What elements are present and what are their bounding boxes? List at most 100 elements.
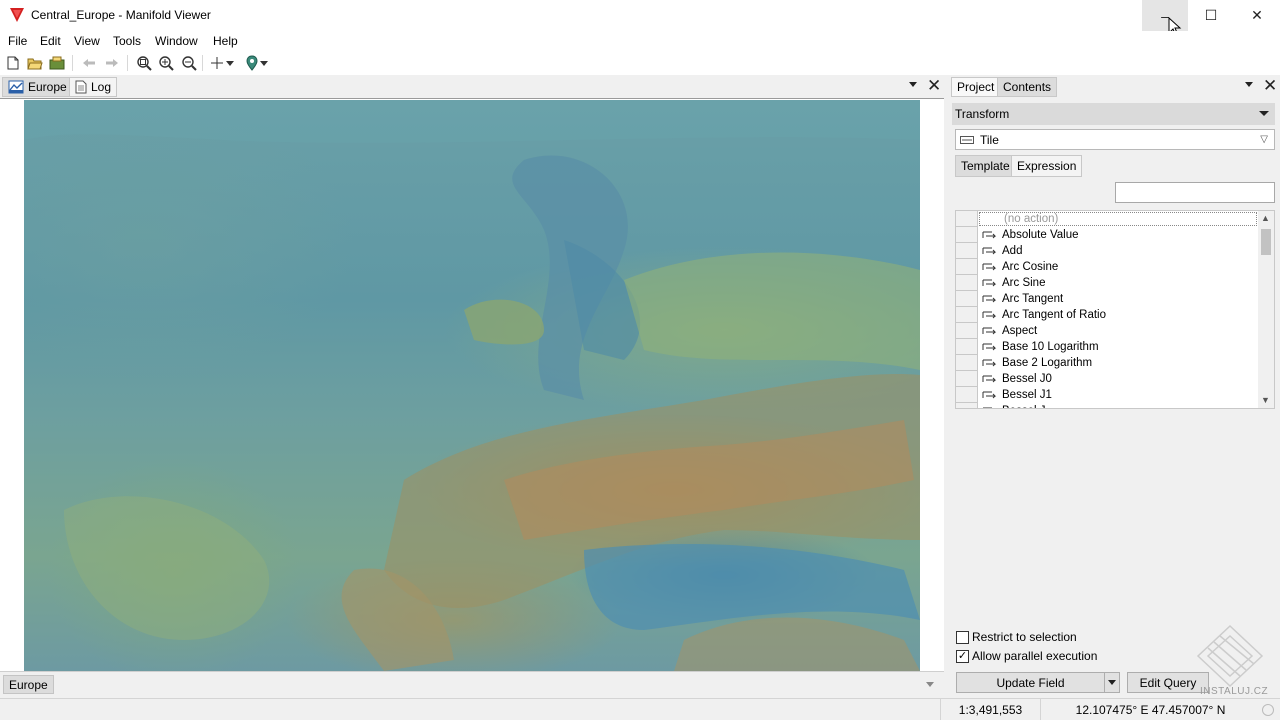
restrict-to-selection[interactable]: Restrict to selection (956, 629, 1077, 645)
close-icon: ✕ (1251, 7, 1263, 23)
app-logo-icon (10, 8, 24, 22)
restrict-checkbox[interactable] (956, 630, 969, 644)
bottom-tab-europe[interactable]: Europe (3, 675, 54, 694)
forward-arrow-icon[interactable] (103, 54, 121, 72)
locate-dropdown-icon[interactable] (259, 54, 269, 72)
row-check[interactable] (956, 291, 978, 307)
toolbar-separator (72, 55, 73, 71)
zoom-to-fit-icon[interactable] (135, 54, 153, 72)
tab-log-label: Log (91, 80, 112, 94)
menu-file[interactable]: File (8, 34, 27, 48)
panel-close-icon[interactable]: ✕ (1263, 77, 1277, 95)
transform-icon (982, 278, 998, 288)
tab-expression-label: Expression (1017, 159, 1077, 173)
list-item-label: Arc Tangent (1002, 293, 1064, 305)
list-item-label: Arc Cosine (1002, 261, 1059, 273)
update-field-button[interactable]: Update Field (956, 672, 1105, 693)
list-item-label: (no action) (979, 212, 1257, 226)
allow-parallel-execution[interactable]: ✓ Allow parallel execution (956, 648, 1097, 664)
tab-project-label: Project (957, 80, 995, 94)
tab-log[interactable]: Log (69, 77, 118, 97)
scale-readout: 1:3,491,553 (940, 699, 1040, 720)
pane-dropdown-icon[interactable] (909, 82, 917, 87)
row-check[interactable] (956, 275, 978, 291)
list-item[interactable]: Add (956, 243, 1258, 259)
list-item-label: Base 10 Logarithm (1002, 341, 1099, 353)
tab-expression[interactable]: Expression (1011, 155, 1083, 177)
tab-contents[interactable]: Contents (997, 77, 1058, 97)
row-check[interactable] (956, 339, 978, 355)
template-list[interactable]: (no action) Absolute Value Add Arc Cosine A… (955, 210, 1275, 409)
list-item[interactable]: Aspect (956, 323, 1258, 339)
list-item[interactable]: Base 10 Logarithm (956, 339, 1258, 355)
section-dropdown-icon[interactable] (1259, 111, 1269, 116)
list-item[interactable]: Absolute Value (956, 227, 1258, 243)
parallel-checkbox[interactable]: ✓ (956, 649, 969, 663)
row-check[interactable] (956, 259, 978, 275)
pan-dropdown-icon[interactable] (225, 54, 235, 72)
log-icon (75, 80, 87, 94)
row-check[interactable] (956, 307, 978, 323)
row-check[interactable] (956, 387, 978, 403)
list-item[interactable]: Arc Cosine (956, 259, 1258, 275)
bottom-tab-strip: Europe (0, 671, 944, 696)
menu-view[interactable]: View (74, 34, 100, 48)
scroll-thumb[interactable] (1261, 229, 1271, 255)
row-check[interactable] (956, 227, 978, 243)
list-item[interactable]: Arc Tangent (956, 291, 1258, 307)
terrain-shading (24, 100, 920, 671)
row-check[interactable] (956, 211, 978, 227)
edit-query-label: Edit Query (1139, 675, 1197, 690)
tile-combo[interactable]: Tile ▽ (955, 129, 1275, 150)
title-bar: Central_Europe - Manifold Viewer – ☐ ✕ (0, 0, 1280, 37)
menu-edit[interactable]: Edit (40, 34, 61, 48)
restrict-label: Restrict to selection (972, 630, 1077, 644)
list-item[interactable]: Arc Tangent of Ratio (956, 307, 1258, 323)
update-field-dropdown[interactable] (1104, 672, 1120, 693)
toolbar (0, 51, 1280, 75)
map-canvas[interactable] (24, 100, 920, 671)
scroll-down-icon[interactable]: ▼ (1261, 395, 1270, 405)
row-check[interactable] (956, 403, 978, 408)
menu-tools[interactable]: Tools (113, 34, 141, 48)
list-item-label: Aspect (1002, 325, 1038, 337)
list-scrollbar[interactable]: ▲ ▼ (1258, 211, 1274, 408)
list-item-label: Base 2 Logarithm (1002, 357, 1093, 369)
close-button[interactable]: ✕ (1234, 0, 1280, 31)
pan-crosshair-icon[interactable] (208, 54, 226, 72)
row-check[interactable] (956, 323, 978, 339)
menu-window[interactable]: Window (155, 34, 198, 48)
tab-contents-label: Contents (1003, 80, 1052, 94)
menu-help[interactable]: Help (213, 34, 238, 48)
list-item[interactable]: Bessel J0 (956, 371, 1258, 387)
open-project-icon[interactable] (48, 54, 66, 72)
filter-input[interactable] (1115, 182, 1275, 203)
tab-template[interactable]: Template (955, 155, 1016, 177)
pane-close-icon[interactable]: ✕ (927, 77, 941, 95)
list-item-label: Absolute Value (1002, 229, 1079, 241)
list-item[interactable]: Arc Sine (956, 275, 1258, 291)
tile-combo-value: Tile (980, 132, 999, 147)
tab-project[interactable]: Project (951, 77, 1001, 97)
transform-section-bar[interactable]: Transform (952, 103, 1275, 125)
bottom-dropdown-icon[interactable] (926, 682, 934, 687)
chevron-down-icon: ▽ (1260, 134, 1268, 145)
open-folder-icon[interactable] (26, 54, 44, 72)
list-item-no-action[interactable]: (no action) (956, 211, 1258, 227)
scroll-up-icon[interactable]: ▲ (1261, 213, 1270, 223)
list-item[interactable]: Bessel J1 (956, 387, 1258, 403)
transform-icon (982, 310, 998, 320)
tab-europe[interactable]: Europe (2, 77, 73, 97)
row-check[interactable] (956, 243, 978, 259)
back-arrow-icon[interactable] (80, 54, 98, 72)
zoom-in-icon[interactable] (157, 54, 175, 72)
panel-dropdown-icon[interactable] (1245, 82, 1253, 87)
list-item[interactable]: Bessel J... (956, 403, 1258, 408)
row-check[interactable] (956, 371, 978, 387)
row-check[interactable] (956, 355, 978, 371)
transform-icon (982, 326, 998, 336)
list-item[interactable]: Base 2 Logarithm (956, 355, 1258, 371)
maximize-button[interactable]: ☐ (1188, 0, 1234, 31)
zoom-out-icon[interactable] (180, 54, 198, 72)
new-file-icon[interactable] (4, 54, 22, 72)
